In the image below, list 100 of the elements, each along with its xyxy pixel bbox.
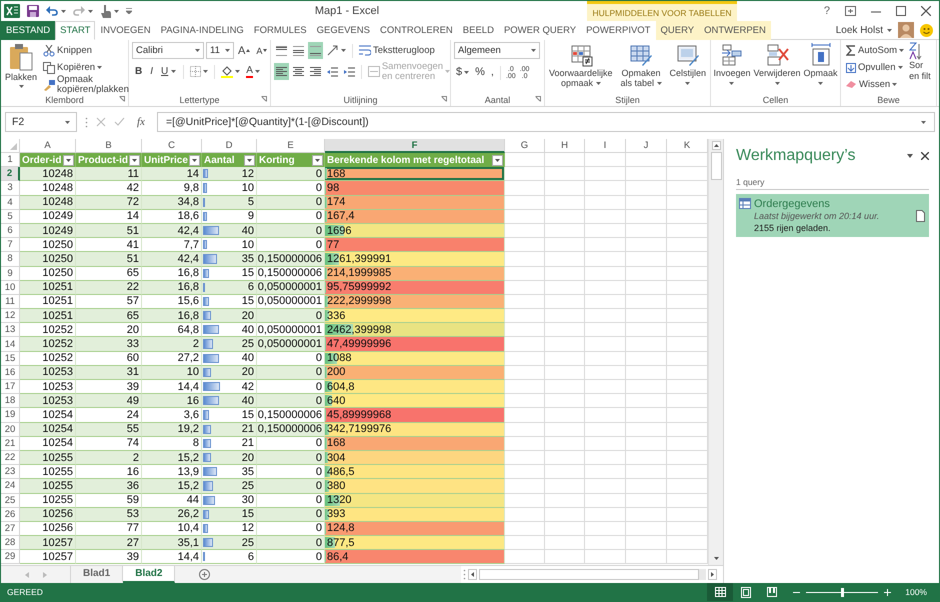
horizontal-align-button[interactable]: [274, 63, 289, 80]
row-header[interactable]: 14: [1, 337, 20, 352]
ribbon-button[interactable]: Invoegen: [712, 42, 752, 90]
sort-filter-button[interactable]: Sor en filt: [909, 42, 931, 93]
scroll-left-icon[interactable]: [468, 569, 477, 580]
maximize-icon[interactable]: [896, 6, 906, 16]
ribbon-tab[interactable]: ONTWERPEN: [699, 21, 771, 40]
touch-mode-button[interactable]: [100, 2, 119, 20]
row-header[interactable]: 27: [1, 522, 20, 536]
name-box[interactable]: F2: [5, 112, 77, 132]
row-header[interactable]: 21: [1, 436, 20, 451]
help-button[interactable]: ?: [824, 5, 830, 17]
row-header[interactable]: 26: [1, 508, 20, 522]
check-icon[interactable]: [114, 117, 125, 127]
font-color-button[interactable]: A: [244, 63, 262, 80]
wrap-text-button[interactable]: Tekstterugloop: [357, 42, 437, 59]
row-header[interactable]: 7: [1, 238, 20, 252]
query-card[interactable]: Ordergegevens Laatst bijgewerkt om 20:14 uur. 2155 rijen geladen.: [736, 194, 929, 237]
launcher-icon[interactable]: [535, 96, 541, 102]
row-header[interactable]: 4: [1, 196, 20, 210]
row-header[interactable]: 28: [1, 536, 20, 550]
grow-font-button[interactable]: A: [236, 42, 252, 59]
clipboard-button[interactable]: Opmaak kopiëren/plakken: [41, 76, 131, 93]
row-header[interactable]: 18: [1, 394, 20, 408]
shrink-font-button[interactable]: A: [254, 42, 270, 59]
row-header[interactable]: 2: [1, 167, 20, 182]
row-header[interactable]: 8: [1, 252, 20, 266]
ribbon-tab[interactable]: START: [55, 21, 96, 40]
row-header[interactable]: 25: [1, 494, 20, 508]
launcher-icon[interactable]: [441, 96, 447, 102]
editing-button[interactable]: Opvullen: [844, 59, 906, 76]
editing-button[interactable]: Wissen: [844, 76, 906, 93]
filter-button[interactable]: [244, 154, 255, 166]
add-sheet-icon[interactable]: [199, 569, 210, 580]
font-dropdown[interactable]: Calibri: [132, 42, 204, 59]
font-size-dropdown[interactable]: 11: [206, 42, 234, 59]
row-header[interactable]: 16: [1, 366, 20, 380]
slider-thumb[interactable]: [841, 588, 844, 596]
paste-button[interactable]: Plakken: [4, 42, 38, 93]
column-header[interactable]: K: [667, 139, 708, 153]
formula-field[interactable]: =[@UnitPrice]*[@Quantity]*(1-[@Discount]): [156, 112, 935, 132]
launcher-icon[interactable]: [119, 96, 125, 102]
row-header[interactable]: 29: [1, 550, 20, 564]
ribbon-tab[interactable]: QUERY: [656, 21, 700, 40]
ribbon-tab[interactable]: BESTAND: [1, 21, 56, 40]
row-header[interactable]: 6: [1, 224, 20, 238]
ribbon-button[interactable]: Celstijlen: [668, 42, 707, 90]
ribbon-button[interactable]: Verwijderen: [752, 42, 802, 90]
row-header[interactable]: 11: [1, 294, 20, 310]
column-header[interactable]: J: [626, 139, 667, 153]
close-icon[interactable]: [921, 6, 931, 16]
sheet-tab[interactable]: Blad2: [123, 566, 176, 583]
scrollbar-thumb[interactable]: [710, 152, 722, 180]
filter-button[interactable]: [189, 154, 200, 166]
ribbon-button[interactable]: Opmaken als tabel: [614, 42, 668, 90]
thousands-button[interactable]: ,: [488, 64, 496, 81]
column-header[interactable]: B: [76, 139, 142, 153]
column-header[interactable]: A: [20, 139, 76, 153]
vertical-align-button[interactable]: [308, 42, 323, 59]
clipboard-button[interactable]: Kopiëren: [41, 59, 131, 76]
vertical-scrollbar[interactable]: [708, 139, 723, 565]
row-header[interactable]: 19: [1, 408, 20, 423]
font-style-button[interactable]: U: [158, 63, 180, 80]
column-header[interactable]: I: [585, 139, 626, 153]
scroll-right-icon[interactable]: [708, 569, 717, 580]
row-header[interactable]: 5: [1, 210, 20, 224]
font-style-button[interactable]: I: [147, 63, 156, 80]
borders-button[interactable]: [188, 63, 210, 80]
row-header[interactable]: 1: [1, 153, 20, 168]
view-button[interactable]: [707, 583, 734, 601]
column-header[interactable]: G: [505, 139, 545, 153]
ribbon-button[interactable]: Opmaak: [802, 42, 839, 90]
save-button[interactable]: [27, 2, 39, 20]
row-header[interactable]: 9: [1, 266, 20, 281]
number-format-dropdown[interactable]: Algemeen: [454, 42, 540, 59]
percent-button[interactable]: %: [473, 64, 487, 81]
filter-button[interactable]: [312, 154, 323, 166]
filter-button[interactable]: [492, 154, 503, 166]
clipboard-button[interactable]: Knippen: [41, 42, 131, 59]
row-header[interactable]: 23: [1, 465, 20, 480]
column-header[interactable]: E: [257, 139, 325, 153]
close-icon[interactable]: [921, 152, 929, 160]
scrollbar-thumb[interactable]: [479, 569, 699, 580]
row-header[interactable]: 15: [1, 352, 20, 366]
horizontal-scrollbar[interactable]: [461, 566, 723, 583]
smiley-icon[interactable]: [920, 24, 933, 36]
editing-button[interactable]: AutoSom: [844, 42, 906, 59]
column-header[interactable]: H: [545, 139, 585, 153]
scroll-up-icon[interactable]: [712, 141, 720, 150]
row-header[interactable]: 24: [1, 479, 20, 494]
ribbon-button[interactable]: Voorwaardelijke opmaak: [548, 42, 614, 90]
user-menu[interactable]: Loek Holst: [836, 24, 892, 36]
filter-button[interactable]: [63, 154, 74, 166]
caret-icon[interactable]: [907, 154, 913, 158]
row-header[interactable]: 13: [1, 323, 20, 338]
filter-button[interactable]: [129, 154, 140, 166]
ribbon-display-icon[interactable]: [845, 6, 856, 16]
row-header[interactable]: 20: [1, 422, 20, 437]
column-header[interactable]: F: [325, 139, 505, 153]
insert-function-button[interactable]: fx: [133, 116, 149, 128]
